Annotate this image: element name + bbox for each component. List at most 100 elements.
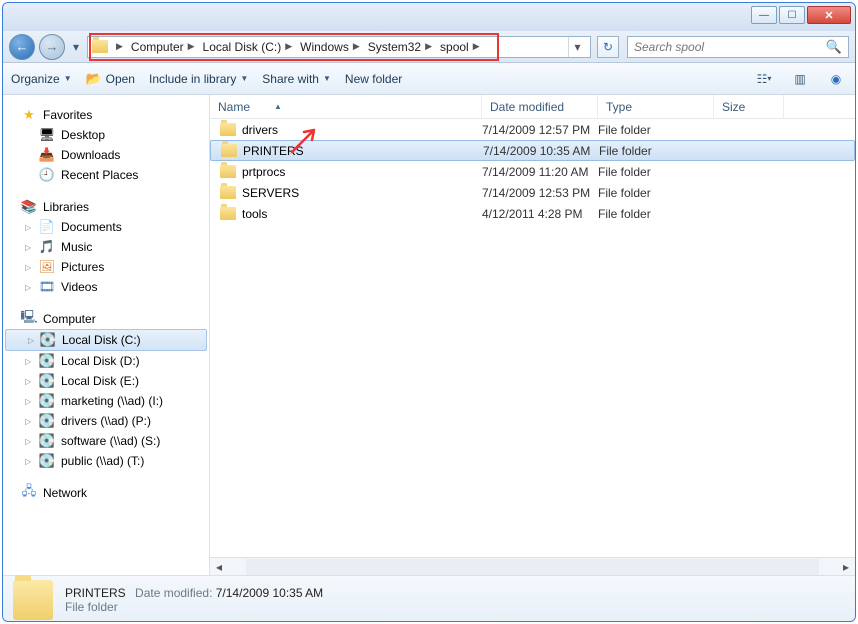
file-row[interactable]: PRINTERS 7/14/2009 10:35 AMFile folder	[210, 140, 855, 161]
folder-icon	[220, 207, 236, 220]
computer-icon: 🖳	[21, 311, 37, 327]
sidebar-libraries[interactable]: 📚Libraries	[3, 197, 209, 217]
details-name: PRINTERS	[65, 586, 126, 600]
open-icon: 📂	[86, 71, 102, 87]
organize-menu[interactable]: Organize▼	[11, 72, 72, 86]
back-button[interactable]: ←	[9, 34, 35, 60]
sidebar-item-music[interactable]: 🎵Music	[3, 237, 209, 257]
search-box[interactable]: 🔍	[627, 36, 849, 58]
details-type: File folder	[65, 600, 323, 614]
folder-icon	[92, 39, 108, 55]
titlebar: — ☐ ✕	[3, 3, 855, 31]
help-button[interactable]: ◉	[825, 69, 847, 89]
open-button[interactable]: 📂Open	[86, 71, 135, 87]
music-icon: 🎵	[39, 239, 55, 255]
history-dropdown[interactable]: ▾	[69, 37, 83, 57]
sidebar-item-disk-e[interactable]: 💽Local Disk (E:)	[3, 371, 209, 391]
view-options-button[interactable]: ☷▾	[753, 69, 775, 89]
network-drive-icon: 💽	[39, 413, 55, 429]
network-drive-icon: 💽	[39, 453, 55, 469]
network-drive-icon: 💽	[39, 433, 55, 449]
col-type[interactable]: Type	[598, 95, 714, 118]
sidebar-item-pictures[interactable]: 🖼Pictures	[3, 257, 209, 277]
documents-icon: 📄	[39, 219, 55, 235]
sidebar-item-net-public[interactable]: 💽public (\\ad) (T:)	[3, 451, 209, 471]
sidebar-item-disk-d[interactable]: 💽Local Disk (D:)	[3, 351, 209, 371]
address-dropdown[interactable]: ▾	[568, 37, 586, 57]
preview-pane-button[interactable]: ▥	[789, 69, 811, 89]
details-pane: PRINTERS Date modified: 7/14/2009 10:35 …	[3, 575, 855, 622]
file-list: drivers7/14/2009 12:57 PMFile folderPRIN…	[210, 119, 855, 557]
sidebar-item-net-marketing[interactable]: 💽marketing (\\ad) (I:)	[3, 391, 209, 411]
file-type: File folder	[598, 165, 714, 179]
sidebar-computer[interactable]: 🖳Computer	[3, 309, 209, 329]
file-name: PRINTERS	[243, 144, 304, 158]
sidebar-item-downloads[interactable]: 📥Downloads	[3, 145, 209, 165]
address-bar[interactable]: ▶ Computer▶ Local Disk (C:)▶ Windows▶ Sy…	[87, 36, 591, 58]
breadcrumb-root-arrow[interactable]: ▶	[108, 41, 127, 52]
command-bar: Organize▼ 📂Open Include in library▼ Shar…	[3, 63, 855, 95]
file-row[interactable]: prtprocs7/14/2009 11:20 AMFile folder	[210, 161, 855, 182]
horizontal-scrollbar[interactable]: ◂ ▸	[210, 557, 855, 575]
navigation-pane: ★Favorites 🖥Desktop 📥Downloads 🕘Recent P…	[3, 95, 210, 575]
file-row[interactable]: tools 4/12/2011 4:28 PMFile folder	[210, 203, 855, 224]
file-type: File folder	[598, 186, 714, 200]
sidebar-item-documents[interactable]: 📄Documents	[3, 217, 209, 237]
close-button[interactable]: ✕	[807, 6, 851, 24]
disk-icon: 💽	[40, 332, 56, 348]
include-library-menu[interactable]: Include in library▼	[149, 72, 248, 86]
file-name: drivers	[242, 123, 278, 137]
folder-icon	[220, 186, 236, 199]
forward-button[interactable]: →	[39, 34, 65, 60]
sidebar-item-net-drivers[interactable]: 💽drivers (\\ad) (P:)	[3, 411, 209, 431]
sidebar-favorites[interactable]: ★Favorites	[3, 105, 209, 125]
explorer-window: — ☐ ✕ ← → ▾ ▶ Computer▶ Local Disk (C:)▶…	[2, 2, 856, 622]
col-date[interactable]: Date modified	[482, 95, 598, 118]
folder-icon	[220, 123, 236, 136]
file-type: File folder	[598, 123, 714, 137]
maximize-button[interactable]: ☐	[779, 6, 805, 24]
details-date: 7/14/2009 10:35 AM	[216, 586, 323, 600]
sidebar-item-videos[interactable]: 🎞Videos	[3, 277, 209, 297]
disk-icon: 💽	[39, 353, 55, 369]
details-folder-icon	[13, 580, 53, 620]
folder-icon	[221, 144, 237, 157]
sidebar-item-desktop[interactable]: 🖥Desktop	[3, 125, 209, 145]
scroll-right-icon[interactable]: ▸	[837, 560, 855, 574]
refresh-button[interactable]: ↻	[597, 36, 619, 58]
col-size[interactable]: Size	[714, 95, 784, 118]
scroll-track[interactable]	[246, 559, 819, 575]
scroll-left-icon[interactable]: ◂	[210, 560, 228, 574]
sidebar-item-net-software[interactable]: 💽software (\\ad) (S:)	[3, 431, 209, 451]
file-date: 7/14/2009 12:53 PM	[482, 186, 598, 200]
file-name: prtprocs	[242, 165, 285, 179]
file-row[interactable]: SERVERS7/14/2009 12:53 PMFile folder	[210, 182, 855, 203]
new-folder-button[interactable]: New folder	[345, 72, 402, 86]
minimize-button[interactable]: —	[751, 6, 777, 24]
libraries-icon: 📚	[21, 199, 37, 215]
file-type: File folder	[599, 144, 715, 158]
breadcrumb-spool[interactable]: spool▶	[436, 40, 484, 54]
sidebar-item-recent[interactable]: 🕘Recent Places	[3, 165, 209, 185]
col-name[interactable]: Name▲	[210, 95, 482, 118]
breadcrumb-system32[interactable]: System32▶	[364, 40, 436, 54]
network-icon: 🖧	[21, 485, 37, 501]
main-area: ★Favorites 🖥Desktop 📥Downloads 🕘Recent P…	[3, 95, 855, 575]
sidebar-network[interactable]: 🖧Network	[3, 483, 209, 503]
breadcrumb-windows[interactable]: Windows▶	[296, 40, 364, 54]
sort-asc-icon: ▲	[274, 102, 282, 111]
breadcrumb-local-disk-c[interactable]: Local Disk (C:)▶	[199, 40, 297, 54]
pictures-icon: 🖼	[39, 259, 55, 275]
breadcrumb-computer[interactable]: Computer▶	[127, 40, 199, 54]
file-date: 7/14/2009 10:35 AM	[483, 144, 599, 158]
downloads-icon: 📥	[39, 147, 55, 163]
share-with-menu[interactable]: Share with▼	[262, 72, 331, 86]
file-row[interactable]: drivers7/14/2009 12:57 PMFile folder	[210, 119, 855, 140]
sidebar-item-disk-c[interactable]: 💽Local Disk (C:)	[5, 329, 207, 351]
file-type: File folder	[598, 207, 714, 221]
disk-icon: 💽	[39, 373, 55, 389]
navigation-row: ← → ▾ ▶ Computer▶ Local Disk (C:)▶ Windo…	[3, 31, 855, 63]
file-date: 4/12/2011 4:28 PM	[482, 207, 598, 221]
search-input[interactable]	[634, 40, 826, 54]
file-name: tools	[242, 207, 267, 221]
